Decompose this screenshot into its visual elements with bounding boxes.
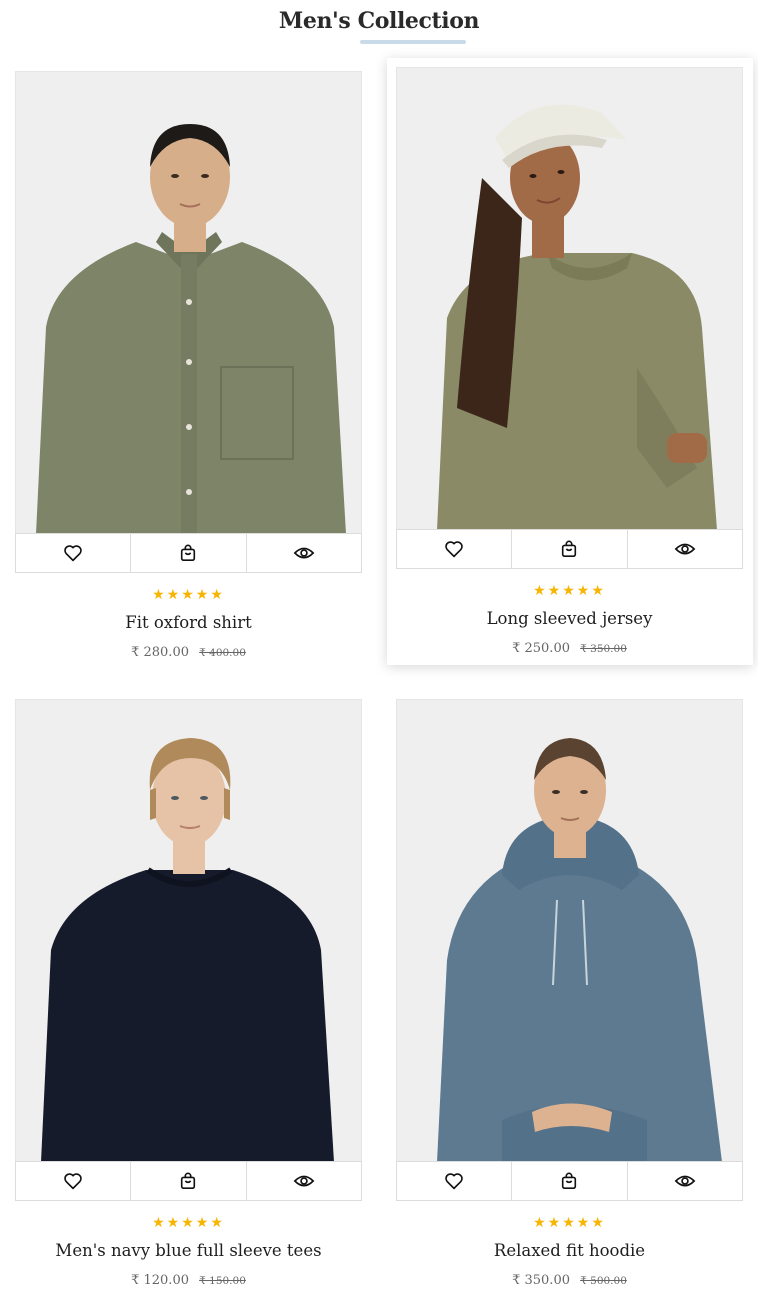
product-actions [396, 1161, 743, 1201]
sale-price: ₹ 280.00 [131, 645, 189, 660]
original-price: ₹ 350.00 [580, 643, 627, 655]
product-card[interactable]: ★★★★★ Relaxed fit hoodie ₹ 350.00 ₹ 500.… [396, 699, 743, 1288]
rating-stars: ★★★★★ [152, 587, 225, 603]
sale-price: ₹ 120.00 [131, 1273, 189, 1288]
price-row: ₹ 250.00 ₹ 350.00 [396, 641, 743, 656]
heart-icon [64, 545, 82, 562]
original-price: ₹ 150.00 [199, 1275, 246, 1287]
eye-icon [293, 1175, 315, 1187]
add-to-cart-button[interactable] [512, 1162, 628, 1200]
sale-price: ₹ 250.00 [512, 641, 570, 656]
heart-icon [445, 1173, 463, 1190]
heart-icon [64, 1173, 82, 1190]
product-actions [15, 533, 362, 573]
shopping-bag-icon [181, 1172, 196, 1190]
rating-stars: ★★★★★ [152, 1215, 225, 1231]
product-card[interactable]: ★★★★★ Long sleeved jersey ₹ 250.00 ₹ 350… [387, 58, 753, 665]
original-price: ₹ 400.00 [199, 647, 246, 659]
product-info: ★★★★★ Men's navy blue full sleeve tees ₹… [15, 1215, 362, 1288]
shopping-bag-icon [562, 1172, 577, 1190]
product-image[interactable] [15, 699, 362, 1161]
rating-stars: ★★★★★ [533, 1215, 606, 1231]
product-image[interactable] [396, 699, 743, 1161]
price-row: ₹ 350.00 ₹ 500.00 [396, 1273, 743, 1288]
add-to-cart-button[interactable] [131, 534, 247, 572]
wishlist-button[interactable] [397, 530, 513, 568]
eye-icon [674, 543, 696, 555]
quick-view-button[interactable] [628, 1162, 742, 1200]
product-actions [396, 529, 743, 569]
rating-stars: ★★★★★ [533, 583, 606, 599]
price-row: ₹ 120.00 ₹ 150.00 [15, 1273, 362, 1288]
wishlist-button[interactable] [16, 1162, 132, 1200]
product-name[interactable]: Fit oxford shirt [15, 613, 362, 632]
product-photo-jersey [397, 68, 742, 529]
quick-view-button[interactable] [247, 1162, 361, 1200]
product-info: ★★★★★ Long sleeved jersey ₹ 250.00 ₹ 350… [396, 583, 743, 656]
product-name[interactable]: Long sleeved jersey [396, 609, 743, 628]
quick-view-button[interactable] [247, 534, 361, 572]
product-card[interactable]: ★★★★★ Fit oxford shirt ₹ 280.00 ₹ 400.00 [15, 71, 362, 660]
product-card[interactable]: ★★★★★ Men's navy blue full sleeve tees ₹… [15, 699, 362, 1288]
eye-icon [293, 547, 315, 559]
product-info: ★★★★★ Relaxed fit hoodie ₹ 350.00 ₹ 500.… [396, 1215, 743, 1288]
product-photo-shirt [16, 72, 361, 533]
wishlist-button[interactable] [16, 534, 132, 572]
product-photo-tee [16, 700, 361, 1161]
heart-icon [445, 541, 463, 558]
product-name[interactable]: Men's navy blue full sleeve tees [15, 1241, 362, 1260]
wishlist-button[interactable] [397, 1162, 513, 1200]
add-to-cart-button[interactable] [131, 1162, 247, 1200]
title-underline [360, 40, 466, 44]
product-actions [15, 1161, 362, 1201]
eye-icon [674, 1175, 696, 1187]
product-photo-hoodie [397, 700, 742, 1161]
product-image[interactable] [396, 67, 743, 529]
product-name[interactable]: Relaxed fit hoodie [396, 1241, 743, 1260]
add-to-cart-button[interactable] [512, 530, 628, 568]
original-price: ₹ 500.00 [580, 1275, 627, 1287]
quick-view-button[interactable] [628, 530, 742, 568]
page-title: Men's Collection [278, 8, 480, 34]
sale-price: ₹ 350.00 [512, 1273, 570, 1288]
product-image[interactable] [15, 71, 362, 533]
shopping-bag-icon [562, 540, 577, 558]
section-header: Men's Collection [0, 8, 758, 38]
product-info: ★★★★★ Fit oxford shirt ₹ 280.00 ₹ 400.00 [15, 587, 362, 660]
price-row: ₹ 280.00 ₹ 400.00 [15, 645, 362, 660]
shopping-bag-icon [181, 544, 196, 562]
